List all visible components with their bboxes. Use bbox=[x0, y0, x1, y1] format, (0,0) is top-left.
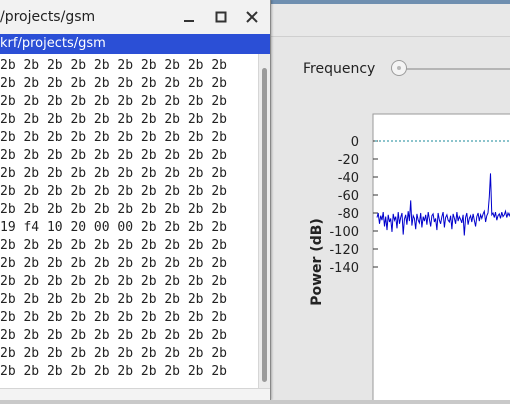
tab-title: krf/projects/gsm bbox=[0, 36, 106, 51]
hex-row: 2b 2b 2b 2b 2b 2b 2b 2b 2b 2b bbox=[0, 274, 227, 289]
y-tick-label: -80 bbox=[338, 207, 359, 222]
hex-row: 2b 2b 2b 2b 2b 2b 2b 2b 2b 2b bbox=[0, 202, 227, 217]
hex-row: 2b 2b 2b 2b 2b 2b 2b 2b 2b 2b bbox=[0, 58, 227, 73]
y-tick-label: -140 bbox=[329, 261, 359, 276]
hex-row: 2b 2b 2b 2b 2b 2b 2b 2b 2b 2b bbox=[0, 310, 227, 325]
hex-row: 2b 2b 2b 2b 2b 2b 2b 2b 2b 2b bbox=[0, 292, 227, 307]
hex-row: 2b 2b 2b 2b 2b 2b 2b 2b 2b 2b bbox=[0, 346, 227, 361]
terminal-window: /projects/gsm krf/projects/gsm 2b 2b 2b … bbox=[0, 0, 270, 401]
hex-row: 2b 2b 2b 2b 2b 2b 2b 2b 2b 2b bbox=[0, 76, 227, 91]
hex-row: 2b 2b 2b 2b 2b 2b 2b 2b 2b 2b bbox=[0, 130, 227, 145]
scrollbar-thumb[interactable] bbox=[262, 68, 267, 382]
minimize-icon[interactable] bbox=[179, 7, 199, 27]
hex-row: 2b 2b 2b 2b 2b 2b 2b 2b 2b 2b bbox=[0, 148, 227, 163]
desktop-bottom-strip bbox=[0, 400, 510, 404]
y-tick-label: -20 bbox=[338, 153, 359, 168]
terminal-tab[interactable]: krf/projects/gsm bbox=[0, 34, 270, 54]
y-axis-label: Power (dB) bbox=[309, 218, 325, 306]
hex-row: 2b 2b 2b 2b 2b 2b 2b 2b 2b 2b bbox=[0, 328, 227, 343]
y-tick-label: 0 bbox=[351, 135, 359, 150]
hex-row: 2b 2b 2b 2b 2b 2b 2b 2b 2b 2b bbox=[0, 94, 227, 109]
spectrum-window: Frequency 0 -20 -40 -60 -80 -100 -120 -140 Powe… bbox=[270, 4, 510, 404]
plot-area bbox=[372, 113, 510, 404]
hex-row: 2b 2b 2b 2b 2b 2b 2b 2b 2b 2b bbox=[0, 364, 227, 379]
power-spectrum-chart: 0 -20 -40 -60 -80 -100 -120 -140 Power (dB) bbox=[309, 113, 510, 404]
hex-row: 2b 2b 2b 2b 2b 2b 2b 2b 2b 2b bbox=[0, 166, 227, 181]
hex-dump-output: 2b 2b 2b 2b 2b 2b 2b 2b 2b 2b 2b 2b 2b 2b… bbox=[0, 57, 258, 387]
y-tick-label: -60 bbox=[338, 189, 359, 204]
y-tick-label: -120 bbox=[329, 243, 359, 258]
y-tick-label: -100 bbox=[329, 225, 359, 240]
close-icon[interactable] bbox=[242, 7, 262, 27]
y-tick-label: -40 bbox=[338, 171, 359, 186]
maximize-icon[interactable] bbox=[211, 7, 231, 27]
terminal-scrollbar[interactable] bbox=[258, 54, 270, 388]
window-title: /projects/gsm bbox=[0, 9, 96, 25]
hex-row: 2b 2b 2b 2b 2b 2b 2b 2b 2b 2b bbox=[0, 184, 227, 199]
hex-row: 2b 2b 2b 2b 2b 2b 2b 2b 2b 2b bbox=[0, 238, 227, 253]
hex-row: 2b 2b 2b 2b 2b 2b 2b 2b 2b 2b bbox=[0, 256, 227, 271]
terminal-titlebar[interactable]: /projects/gsm bbox=[0, 0, 270, 35]
hex-row: 19 f4 10 20 00 00 2b 2b 2b 2b bbox=[0, 220, 227, 235]
hex-row: 2b 2b 2b 2b 2b 2b 2b 2b 2b 2b bbox=[0, 112, 227, 127]
